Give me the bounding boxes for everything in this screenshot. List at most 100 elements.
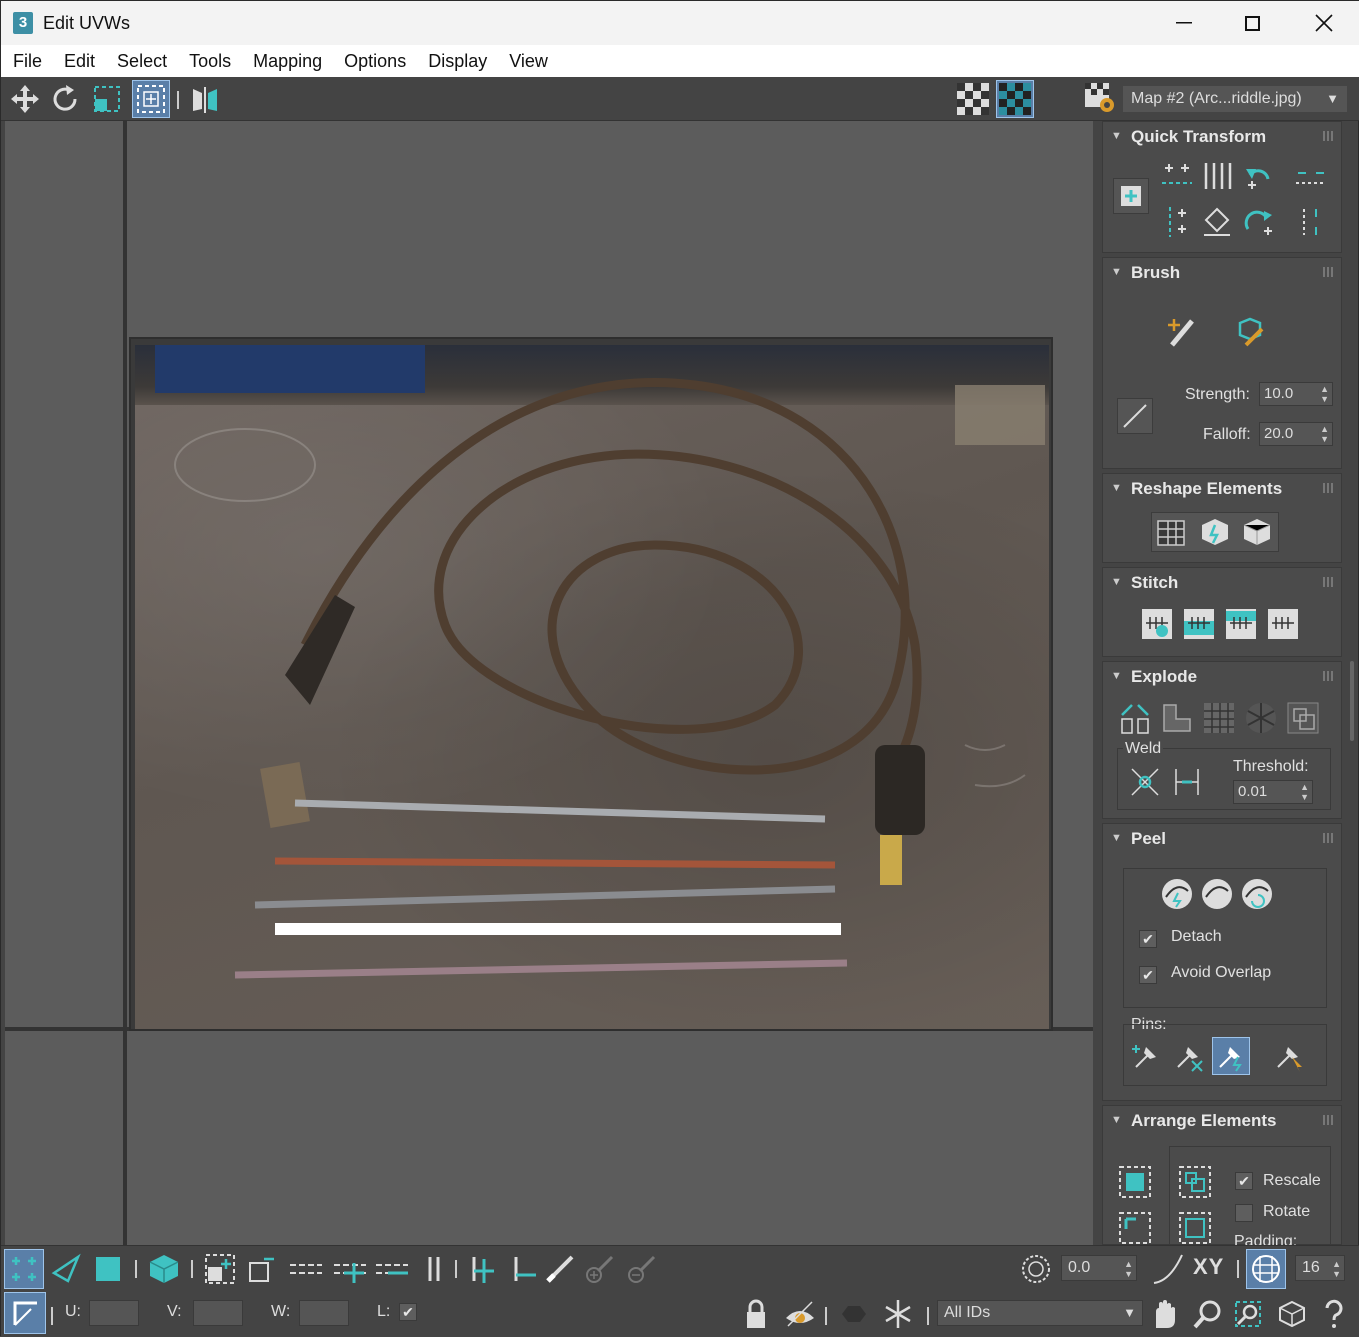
zoom-region-button[interactable] [1229,1295,1267,1333]
straighten-selection-button[interactable] [1153,514,1189,550]
peel-mode-button[interactable] [1199,876,1235,912]
spinner-arrows-icon[interactable]: ▲ ▼ [1332,1259,1341,1279]
weld-selected-button[interactable] [1127,764,1163,800]
scrollbar-thumb[interactable] [1350,661,1354,741]
auto-pin-button[interactable] [1212,1037,1250,1075]
loop-selection-button[interactable] [287,1250,325,1288]
lock-selection-button[interactable] [737,1295,775,1333]
flip-horizontal-button[interactable] [1293,158,1329,194]
quick-peel-button[interactable] [1159,876,1195,912]
detach-checkbox[interactable]: ✔ [1139,930,1157,948]
menu-mapping[interactable]: Mapping [242,51,333,72]
grow-ring-button[interactable] [461,1250,499,1288]
menu-select[interactable]: Select [106,51,178,72]
rotation-spinner[interactable]: 0.0 ▲ ▼ [1061,1255,1137,1281]
stitch-header[interactable]: ▼ Stitch [1103,568,1341,598]
material-id-dropdown[interactable]: All IDs ▼ [937,1300,1143,1326]
rescale-checkbox[interactable]: ✔ [1235,1172,1253,1190]
menu-options[interactable]: Options [333,51,417,72]
falloff-spinner[interactable]: 20.0 ▲ ▼ [1259,422,1333,446]
align-horizontal-button[interactable] [1159,158,1195,194]
menu-tools[interactable]: Tools [178,51,242,72]
split-by-uv-button[interactable] [1285,700,1321,736]
panel-scrollbar[interactable] [1348,121,1358,1245]
threshold-spinner[interactable]: 0.01 ▲ ▼ [1233,780,1313,804]
rotate-cw-button[interactable] [1241,204,1277,240]
stitch-to-average-button[interactable] [1223,606,1259,642]
align-center-button[interactable] [1199,204,1235,240]
reshape-elements-header[interactable]: ▼ Reshape Elements [1103,474,1341,504]
paint-select-button[interactable] [541,1250,579,1288]
stitch-to-target-button[interactable] [1181,606,1217,642]
pivot-align-button[interactable] [1113,178,1149,214]
pack-custom-button[interactable] [1117,1210,1153,1245]
u-field[interactable] [89,1300,139,1326]
spinner-arrows-icon[interactable]: ▲ ▼ [1320,384,1329,404]
explode-header[interactable]: ▼ Explode [1103,662,1341,692]
relax-button[interactable] [1239,514,1275,550]
menu-file[interactable]: File [1,51,53,72]
pin-button[interactable] [1129,1038,1165,1074]
rotate-tool-button[interactable] [47,81,83,117]
freeze-toggle-button[interactable] [835,1295,873,1333]
texture-map-dropdown[interactable]: Map #2 (Arc...riddle.jpg) ▼ [1123,86,1347,112]
space-horizontal-button[interactable] [1199,158,1235,194]
w-field[interactable] [299,1300,349,1326]
pack-together-button[interactable] [1177,1164,1213,1200]
relax-until-flat-button[interactable] [1197,514,1233,550]
checker-pattern-button[interactable] [955,81,991,117]
group-selected-button[interactable] [1177,1210,1213,1245]
spinner-arrows-icon[interactable]: ▲ ▼ [1300,782,1309,802]
select-pins-button[interactable] [1271,1038,1307,1074]
move-tool-button[interactable] [7,81,43,117]
shrink-ring-button[interactable] [503,1250,541,1288]
paint-move-button[interactable] [1163,314,1199,350]
shrink-loop-button[interactable] [373,1250,411,1288]
stitch-to-source-button[interactable] [1265,606,1301,642]
spinner-arrows-icon[interactable]: ▲ ▼ [1124,1259,1133,1279]
absolute-offset-button[interactable] [1017,1250,1055,1288]
shrink-brush-button[interactable] [623,1250,661,1288]
soft-selection-button[interactable] [1149,1250,1187,1288]
freeze-button[interactable] [879,1295,917,1333]
align-vertical-button[interactable] [1159,204,1195,240]
maximize-button[interactable] [1217,1,1287,45]
rotate-checkbox[interactable] [1235,1204,1253,1222]
explode-button[interactable] [1117,700,1153,736]
split-by-smoothing-button[interactable] [1159,700,1195,736]
enlarge-brush-button[interactable] [581,1250,619,1288]
brush-header[interactable]: ▼ Brush [1103,258,1341,288]
pan-button[interactable] [1145,1295,1183,1333]
quick-transform-header[interactable]: ▼ Quick Transform [1103,122,1341,152]
help-button[interactable] [1315,1295,1353,1333]
mirror-tool-button[interactable] [187,81,223,117]
avoid-overlap-checkbox[interactable]: ✔ [1139,966,1157,984]
edge-mode-button[interactable] [47,1250,85,1288]
show-hide-button[interactable] [781,1295,819,1333]
grow-loop-button[interactable] [331,1250,369,1288]
grow-selection-button[interactable] [201,1250,239,1288]
pack-normalize-button[interactable] [1117,1164,1153,1200]
rotate-ccw-button[interactable] [1241,158,1277,194]
grid-snap-button[interactable] [1246,1249,1286,1289]
split-by-polygon-button[interactable] [1243,700,1279,736]
polygon-mode-button[interactable] [89,1250,127,1288]
lock-l-checkbox[interactable]: ✔ [399,1303,417,1321]
flip-vertical-button[interactable] [1293,204,1329,240]
transform-type-button[interactable] [4,1292,46,1334]
uv-editor-viewport[interactable] [5,121,1093,1245]
strength-spinner[interactable]: 10.0 ▲ ▼ [1259,382,1333,406]
stitch-custom-button[interactable] [1139,606,1175,642]
scale-tool-button[interactable] [89,81,125,117]
v-field[interactable] [193,1300,243,1326]
close-button[interactable] [1289,1,1359,45]
freeform-tool-button[interactable] [132,80,170,118]
unpin-button[interactable] [1171,1038,1207,1074]
grid-size-spinner[interactable]: 16 ▲ ▼ [1295,1255,1345,1281]
zoom-extents-button[interactable] [1273,1295,1311,1333]
zoom-button[interactable] [1189,1295,1227,1333]
show-map-button[interactable] [996,80,1034,118]
menu-display[interactable]: Display [417,51,498,72]
reset-peel-button[interactable] [1239,876,1275,912]
weld-target-button[interactable] [1169,764,1205,800]
